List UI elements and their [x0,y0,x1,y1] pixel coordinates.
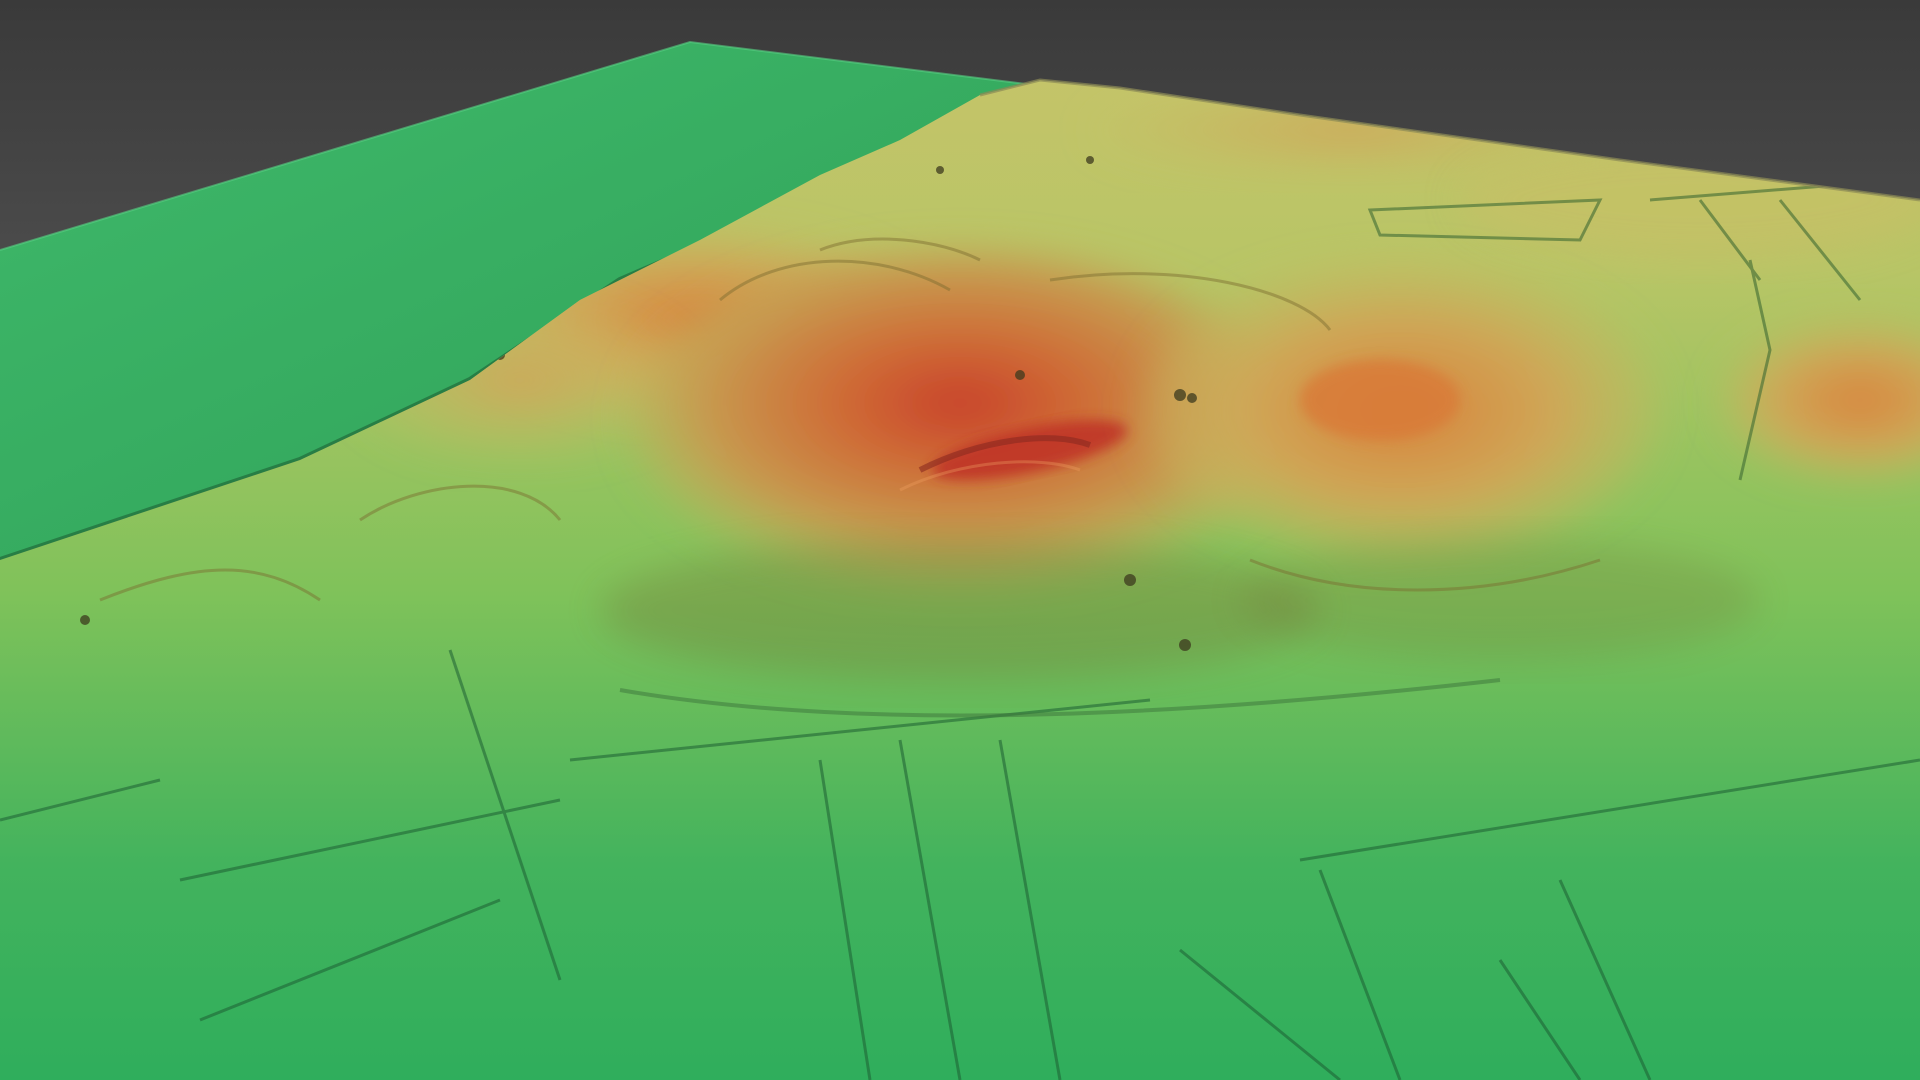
terrain-scene [0,40,1920,1080]
terrain-viewport[interactable] [0,0,1920,1080]
